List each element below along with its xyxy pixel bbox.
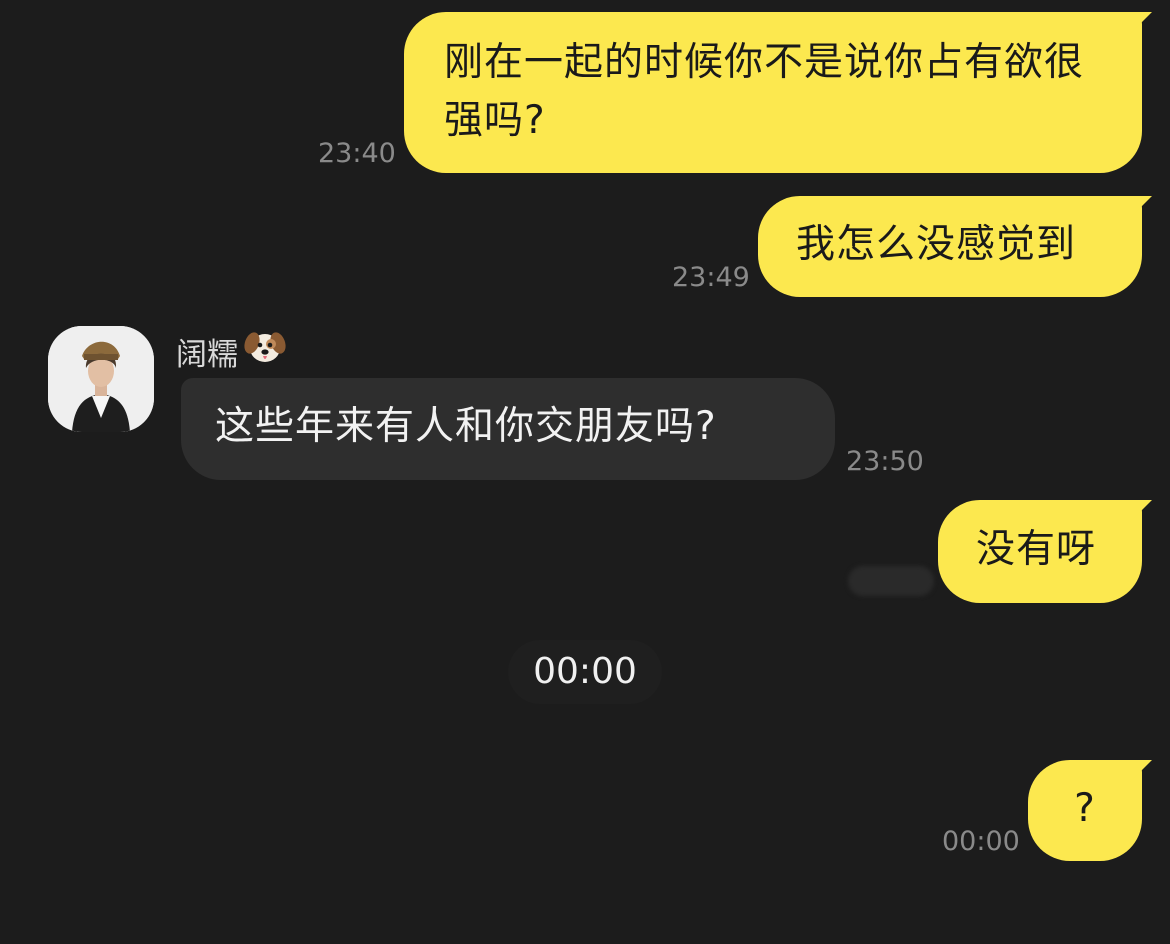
blurred-timestamp: [848, 566, 934, 596]
incoming-message-bubble[interactable]: 这些年来有人和你交朋友吗?: [181, 378, 835, 480]
message-timestamp: 00:00: [942, 826, 1020, 857]
outgoing-message-bubble[interactable]: 刚在一起的时候你不是说你占有欲很强吗?: [404, 12, 1142, 173]
message-timestamp: 23:49: [672, 262, 750, 293]
avatar[interactable]: [48, 326, 154, 432]
bubble-tail: [1130, 196, 1152, 218]
dog-face-icon: [244, 326, 286, 376]
message-text: 没有呀: [976, 527, 1097, 572]
message-timestamp: 23:40: [318, 138, 396, 169]
bubble-tail: [1130, 760, 1152, 782]
time-divider: 00:00: [508, 640, 662, 704]
message-timestamp: 23:50: [846, 446, 924, 477]
sender-name: 阔糯: [176, 336, 238, 373]
message-text: 这些年来有人和你交朋友吗?: [215, 404, 717, 449]
bubble-tail: [1130, 12, 1152, 34]
outgoing-message-bubble[interactable]: ?: [1028, 760, 1142, 861]
message-text: ?: [1074, 786, 1096, 831]
avatar-image: [48, 326, 154, 432]
sender-name-row: 阔糯: [176, 328, 286, 374]
message-text: 刚在一起的时候你不是说你占有欲很强吗?: [444, 40, 1085, 143]
message-text: 我怎么没感觉到: [796, 222, 1077, 267]
outgoing-message-bubble[interactable]: 我怎么没感觉到: [758, 196, 1142, 297]
chat-window: 刚在一起的时候你不是说你占有欲很强吗? 23:40 我怎么没感觉到 23:49 …: [0, 0, 1170, 944]
bubble-tail: [1130, 500, 1152, 522]
outgoing-message-bubble[interactable]: 没有呀: [938, 500, 1142, 603]
